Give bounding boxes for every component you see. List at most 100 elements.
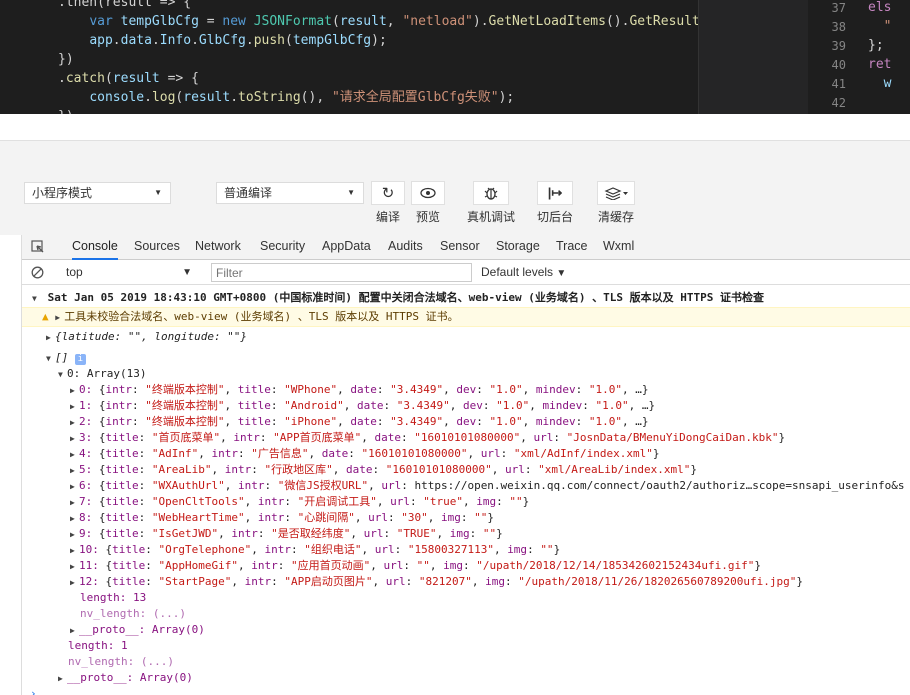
array-item-index: 3:: [79, 431, 93, 444]
array-item-row[interactable]: ▶ 6: {title: "WXAuthUrl", intr: "微信JS授权UR…: [70, 478, 905, 494]
array-item-value: {title: "AreaLib", intr: "行政地区库", date: …: [92, 463, 698, 476]
array-item-value: {title: "IsGetJWD", intr: "是否取经纬度", url:…: [92, 527, 503, 540]
array-item-value: {intr: "终端版本控制", title: "Android", date:…: [92, 399, 656, 412]
code-token: Info: [159, 33, 192, 48]
code-token: ().: [605, 14, 630, 29]
code-line[interactable]: console.log(result.toString(), "请求全局配置Gl…: [58, 88, 514, 107]
array-root[interactable]: ▼ [] i: [46, 350, 86, 366]
context-select[interactable]: top ▼: [59, 262, 194, 283]
inner-length: length: 13: [80, 591, 147, 604]
array-item-row[interactable]: ▶ 11: {title: "AppHomeGif", intr: "应用首页动画…: [70, 558, 761, 574]
code-token: result: [112, 71, 160, 86]
tab-sensor[interactable]: Sensor: [440, 235, 480, 260]
code-line[interactable]: w: [868, 76, 892, 91]
code-token: .: [191, 33, 199, 48]
code-line[interactable]: .then(result => {: [58, 0, 191, 12]
code-token: GetNetLoadItems: [488, 14, 606, 29]
array-item-row[interactable]: ▶ 2: {intr: "终端版本控制", title: "iPhone", da…: [70, 414, 648, 430]
code-token: .: [58, 71, 66, 86]
location-object[interactable]: ▶ {latitude: "", longitude: ""}: [46, 329, 247, 345]
expand-right-icon: ▶: [70, 514, 75, 523]
expand-right-icon: ▶: [70, 450, 75, 459]
array-item-row[interactable]: ▶ 7: {title: "OpenCltTools", intr: "开启调试工…: [70, 494, 529, 510]
outer-proto[interactable]: ▶ __proto__: Array(0): [58, 670, 193, 686]
inner-proto[interactable]: ▶ __proto__: Array(0): [70, 622, 205, 638]
tab-trace[interactable]: Trace: [556, 235, 588, 260]
array-item-row[interactable]: ▶ 9: {title: "IsGetJWD", intr: "是否取经纬度", …: [70, 526, 503, 542]
mode-select-value: 小程序模式: [32, 186, 93, 200]
code-editor[interactable]: .then(result => { var tempGlbCfg = new J…: [0, 0, 910, 114]
line-number: 39: [831, 39, 846, 53]
compile-select[interactable]: 普通编译 ▼: [216, 182, 364, 204]
left-gutter: [0, 235, 22, 695]
expand-right-icon: ▶: [70, 466, 75, 475]
code-token: (: [331, 14, 340, 29]
tab-sources[interactable]: Sources: [134, 235, 180, 260]
code-line[interactable]: ret: [868, 57, 891, 72]
clear-cache-button[interactable]: [597, 181, 635, 205]
array-item-row[interactable]: ▶ 12: {title: "StartPage", intr: "APP启动页图…: [70, 574, 803, 590]
expand-right-icon: ▶: [70, 498, 75, 507]
code-token: result: [183, 90, 231, 105]
array-item-value: {title: "OpenCltTools", intr: "开启调试工具", …: [92, 495, 530, 508]
expand-right-icon: ▶: [70, 578, 75, 587]
inner-nv-length[interactable]: nv_length: (...): [80, 606, 186, 622]
code-line[interactable]: app.data.Info.GlbCfg.push(tempGlbCfg);: [58, 31, 387, 50]
tab-network[interactable]: Network: [195, 235, 241, 260]
array-item-row[interactable]: ▶ 5: {title: "AreaLib", intr: "行政地区库", da…: [70, 462, 697, 478]
remote-debug-label: 真机调试: [466, 210, 515, 224]
mode-select[interactable]: 小程序模式 ▼: [24, 182, 171, 204]
inspect-element-icon[interactable]: [31, 240, 45, 254]
code-line[interactable]: };: [868, 38, 884, 53]
line-number: 40: [831, 58, 846, 72]
array-item-row[interactable]: ▶ 1: {intr: "终端版本控制", title: "Android", d…: [70, 398, 655, 414]
tab-audits[interactable]: Audits: [388, 235, 423, 260]
code-token: "请求全局配置GlbCfg失败": [331, 90, 499, 105]
array-item-row[interactable]: ▶ 10: {title: "OrgTelephone", intr: "组织电话…: [70, 542, 560, 558]
array-item-value: {title: "AppHomeGif", intr: "应用首页动画", ur…: [98, 559, 762, 572]
tab-appdata[interactable]: AppData: [322, 235, 371, 260]
tab-storage[interactable]: Storage: [496, 235, 540, 260]
array-item-row[interactable]: ▶ 3: {title: "首页底菜单", intr: "APP首页底菜单", d…: [70, 430, 785, 446]
background-button[interactable]: |↦: [537, 181, 573, 205]
code-line[interactable]: .catch(result => {: [58, 69, 199, 88]
code-token: .: [230, 90, 239, 105]
chevron-down-icon: ▼: [154, 188, 162, 197]
code-token: );: [498, 90, 515, 105]
preview-button[interactable]: [411, 181, 445, 205]
array-item-index: 1:: [79, 399, 93, 412]
array-0[interactable]: ▼ 0: Array(13): [58, 366, 146, 382]
warning-message[interactable]: ▲ ▶ 工具未校验合法域名、web-view (业务域名) 、TLS 版本以及 H…: [42, 309, 459, 325]
code-line[interactable]: var tempGlbCfg = new JSONFormat(result, …: [58, 12, 715, 31]
log-levels-select[interactable]: Default levels ▼: [481, 262, 566, 283]
array-item-value: {title: "WebHeartTime", intr: "心跳间隔", ur…: [92, 511, 494, 524]
compile-button[interactable]: ↻: [371, 181, 405, 205]
clear-console-icon[interactable]: [31, 266, 44, 279]
code-line[interactable]: ": [868, 19, 892, 34]
group-header-text: Sat Jan 05 2019 18:43:10 GMT+0800 (中国标准时…: [47, 291, 764, 304]
layers-icon: [604, 187, 628, 200]
outer-nv-length[interactable]: nv_length: (...): [68, 654, 174, 670]
code-line[interactable]: }): [58, 107, 74, 114]
tab-console[interactable]: Console: [72, 235, 118, 260]
inner-proto-text: __proto__: Array(0): [79, 623, 205, 636]
tab-wxml[interactable]: Wxml: [603, 235, 634, 260]
code-line[interactable]: els: [868, 0, 891, 15]
array-item-row[interactable]: ▶ 8: {title: "WebHeartTime", intr: "心跳间隔"…: [70, 510, 494, 526]
code-token: toString: [238, 90, 301, 105]
outer-length: length: 1: [68, 639, 128, 652]
console-filter-input[interactable]: [211, 263, 472, 282]
array-item-index: 4:: [79, 447, 93, 460]
remote-debug-button[interactable]: [473, 181, 509, 205]
code-token: );: [371, 33, 387, 48]
console-prompt[interactable]: ›: [30, 686, 37, 695]
array-item-row[interactable]: ▶ 4: {title: "AdInf", intr: "广告信息", date:…: [70, 446, 660, 462]
code-line[interactable]: }): [58, 50, 74, 69]
tab-security[interactable]: Security: [260, 235, 305, 260]
array-item-index: 11:: [79, 559, 99, 572]
console-group-header[interactable]: ▼ Sat Jan 05 2019 18:43:10 GMT+0800 (中国标…: [32, 290, 764, 306]
array-item-row[interactable]: ▶ 0: {intr: "终端版本控制", title: "WPhone", da…: [70, 382, 648, 398]
eye-icon: [420, 187, 436, 199]
array-root-label: []: [55, 351, 69, 364]
console-output: ▼ Sat Jan 05 2019 18:43:10 GMT+0800 (中国标…: [22, 286, 910, 695]
